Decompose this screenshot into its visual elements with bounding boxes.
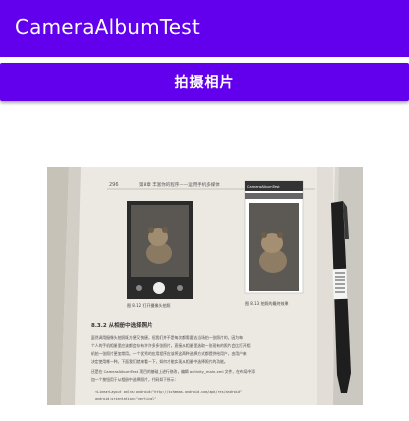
figure-caption-left: 图 8.12 打开摄像头拍照: [127, 302, 170, 308]
body-line: 还是在 CameraAlbumTest 项目的基础上进行修改，编辑 activi…: [91, 369, 255, 374]
app-bar: CameraAlbumTest: [0, 0, 409, 57]
body-line: 决定使用哪一种。下面我们就来看一下，如何才能实现从相册中选择照片的功能。: [91, 359, 228, 364]
figure-caption-right: 图 8.13 拍照的最终效果: [245, 300, 288, 306]
body-line: 虽然调用摄像头拍照既方便又快捷，但我们并不是每次都需要去当场拍一张照片的，因为每: [91, 335, 243, 340]
body-line: 个人的手机相册里应该都会存有许许多多张照片，直接从相册里选取一张现有的照片会比打…: [91, 343, 251, 348]
page-number: 296: [109, 182, 119, 188]
code-line: android:orientation="vertical": [95, 397, 156, 401]
body-line: 机拍一张照片更加常用。一个优秀的应用程序应该将这两种选择方式都提供给用户，由用户…: [91, 351, 247, 356]
section-heading: 8.3.2 从相册中选择照片: [91, 321, 153, 329]
phone-screen-title: CameraAlbumTest: [247, 185, 280, 189]
body-line: 加一个按钮用于从相册中选择照片，代码如下所示：: [91, 377, 178, 382]
app-title: CameraAlbumTest: [15, 15, 200, 39]
code-line: <LinearLayout xmlns:android="http://sche…: [95, 390, 242, 394]
running-header: 第8章 丰富你的程序——运用手机多媒体: [139, 181, 220, 188]
photo-content: 296 第8章 丰富你的程序——运用手机多媒体 图 8.12 打开摄像头拍照 C…: [47, 167, 363, 405]
take-photo-button[interactable]: 拍摄相片: [0, 63, 409, 101]
photo-image-view: 296 第8章 丰富你的程序——运用手机多媒体 图 8.12 打开摄像头拍照 C…: [47, 167, 363, 405]
